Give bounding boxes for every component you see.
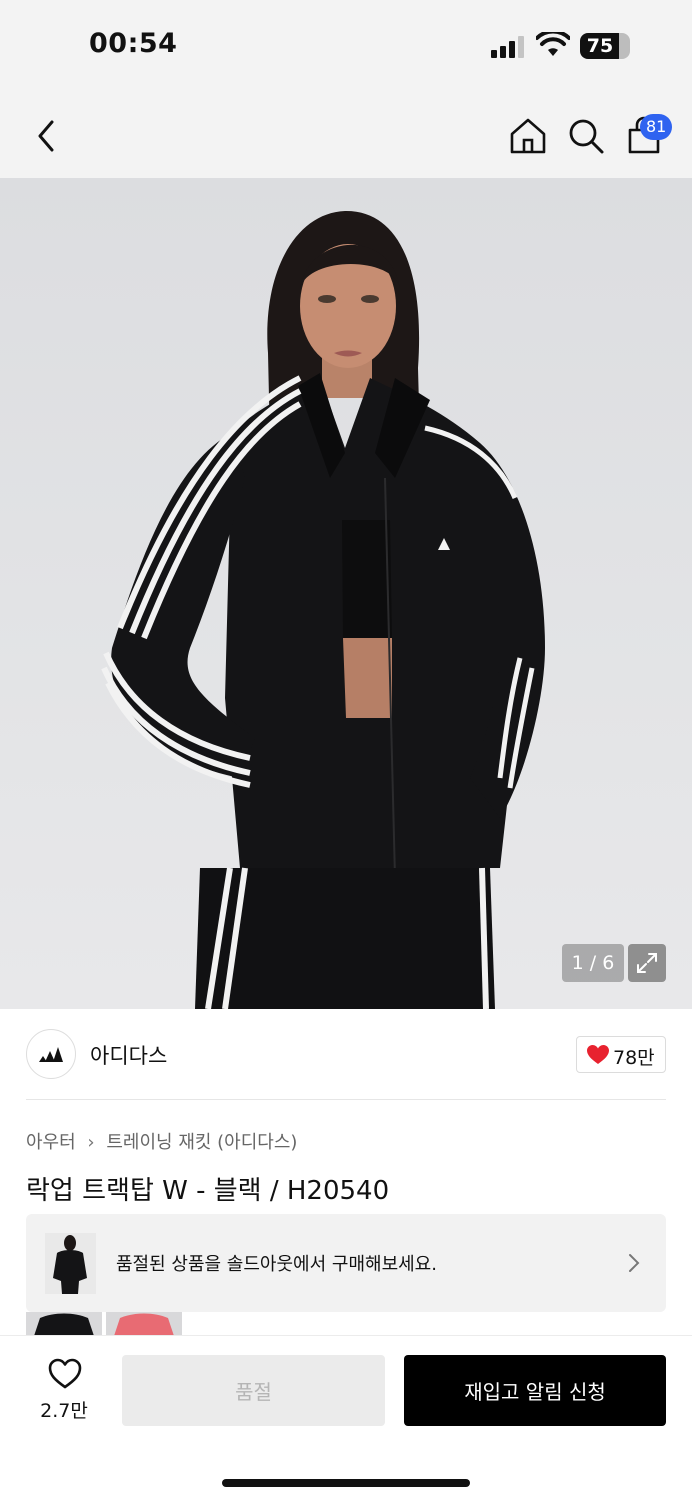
breadcrumb: 아우터 › 트레이닝 재킷 (아디다스) xyxy=(26,1128,297,1154)
brand-name[interactable]: 아디다스 xyxy=(90,1040,167,1070)
status-time: 00:54 xyxy=(89,28,178,59)
product-image[interactable] xyxy=(0,178,692,1009)
color-thumbnails xyxy=(26,1312,186,1336)
expand-icon[interactable] xyxy=(628,944,666,982)
product-title: 락업 트랙탑 W - 블랙 / H20540 xyxy=(26,1176,390,1206)
brand-like-count: 78만 xyxy=(613,1047,655,1069)
brand-like-button[interactable]: 78만 xyxy=(576,1036,666,1073)
battery-level: 75 xyxy=(586,35,614,57)
wifi-icon xyxy=(536,32,570,56)
adidas-logo-icon xyxy=(39,1047,63,1062)
back-icon[interactable] xyxy=(28,116,64,156)
heart-filled-icon xyxy=(587,1045,609,1064)
banner-thumbnail xyxy=(45,1233,96,1294)
chevron-right-icon: › xyxy=(87,1132,95,1153)
heart-outline-icon xyxy=(48,1358,82,1389)
image-counter: 1 / 6 xyxy=(562,944,624,982)
restock-alert-button[interactable]: 재입고 알림 신청 xyxy=(404,1355,666,1426)
thumbnail-pink[interactable] xyxy=(106,1312,182,1336)
top-nav xyxy=(0,94,692,178)
soldout-button: 품절 xyxy=(122,1355,385,1426)
divider xyxy=(26,1099,666,1100)
search-icon[interactable] xyxy=(566,116,606,156)
brand-logo[interactable] xyxy=(26,1029,76,1079)
wish-button[interactable]: 2.7만 xyxy=(28,1356,100,1426)
status-bar: 00:54 75 xyxy=(0,0,692,94)
model-photo xyxy=(101,210,545,1009)
breadcrumb-item-outer[interactable]: 아우터 xyxy=(26,1128,76,1154)
wish-count: 2.7만 xyxy=(40,1400,88,1422)
signal-icon xyxy=(491,36,527,58)
thumbnail-black[interactable] xyxy=(26,1312,102,1336)
product-page: 00:54 75 81 1 / 6 아디다스 78만 아우터 › 트레이닝 재킷… xyxy=(0,0,692,1500)
battery-icon: 75 xyxy=(580,33,630,59)
cart-badge: 81 xyxy=(640,114,673,140)
soldout-banner[interactable]: 품절된 상품을 솔드아웃에서 구매해보세요. xyxy=(26,1214,666,1312)
home-icon[interactable] xyxy=(508,116,548,156)
chevron-right-icon xyxy=(629,1254,640,1272)
home-indicator xyxy=(222,1479,470,1487)
banner-text: 품절된 상품을 솔드아웃에서 구매해보세요. xyxy=(116,1254,437,1275)
breadcrumb-item-category[interactable]: 트레이닝 재킷 (아디다스) xyxy=(106,1128,297,1154)
